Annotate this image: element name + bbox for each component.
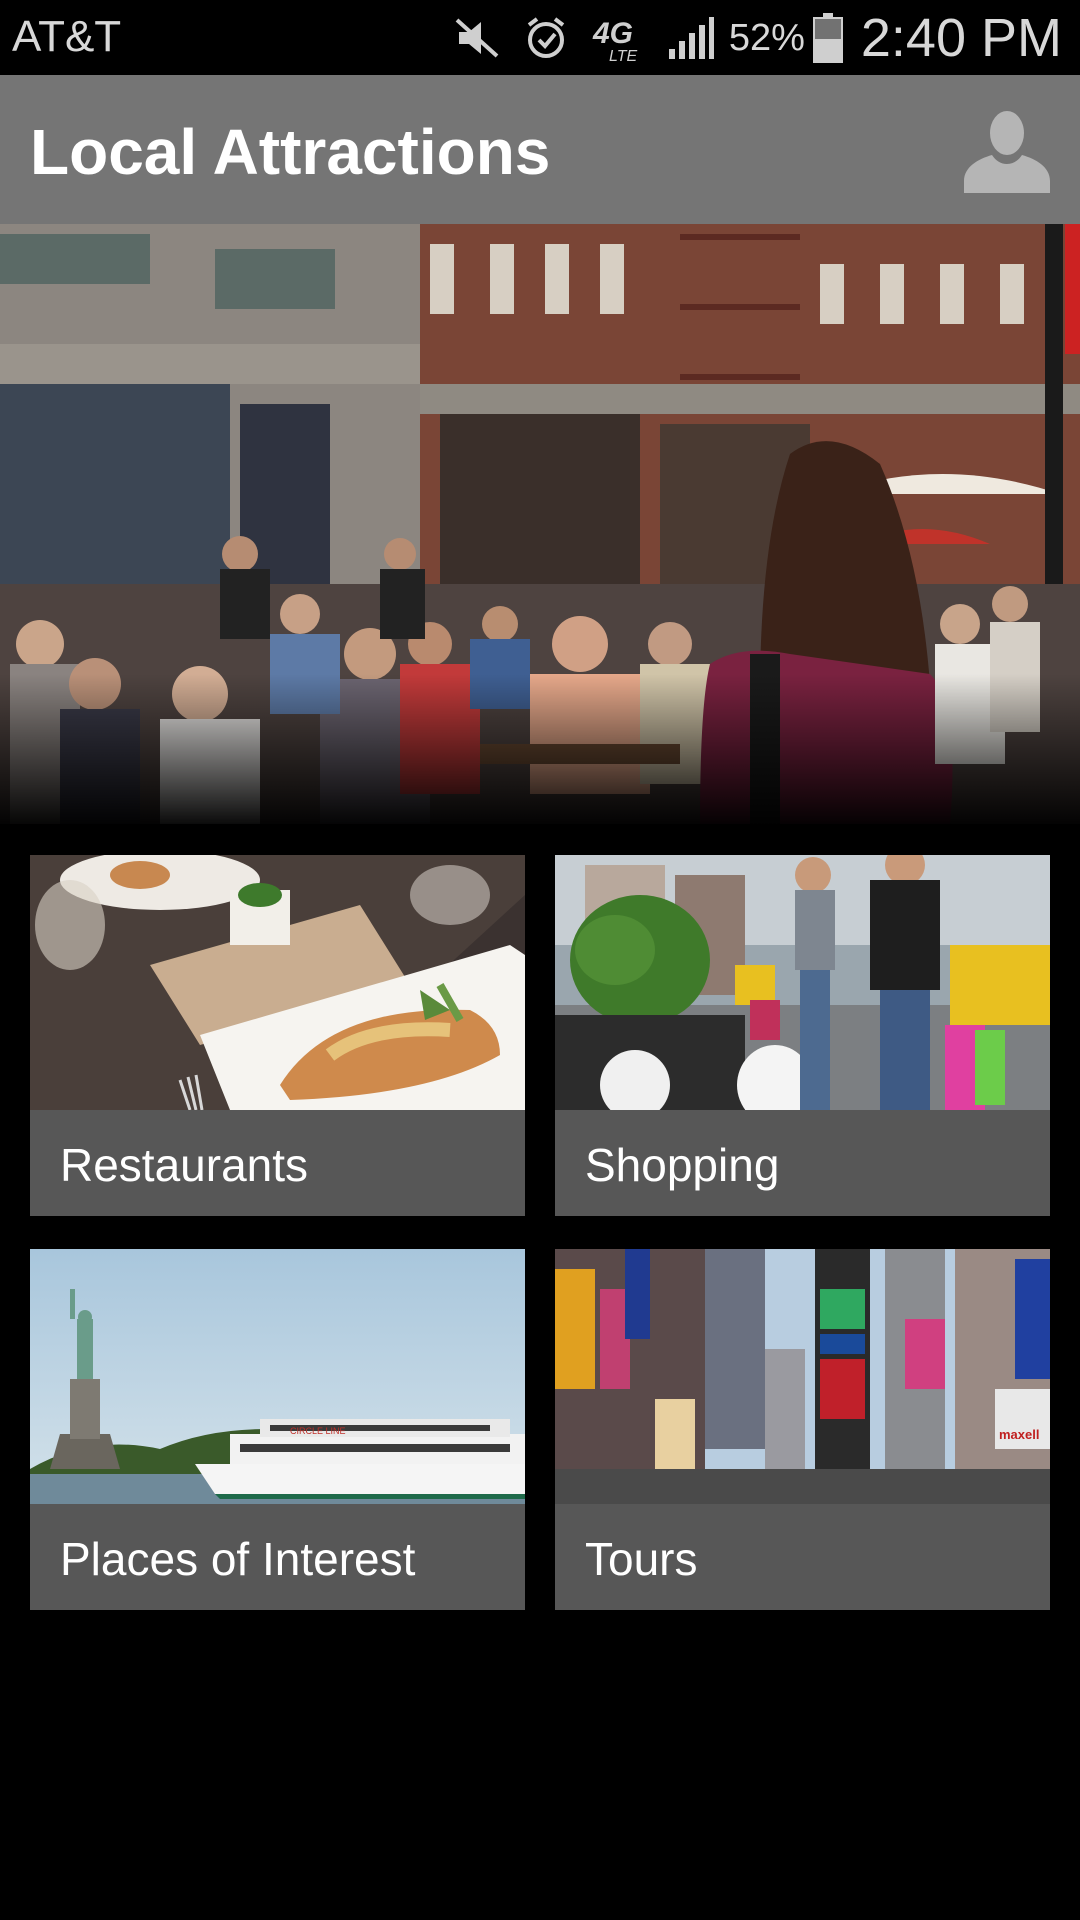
battery-icon [812,13,843,63]
alarm-icon [523,15,569,61]
profile-button[interactable] [964,107,1050,193]
statue-of-liberty-photo: CIRCLE LINE [30,1249,525,1504]
tile-tours[interactable]: maxell Tours [555,1249,1050,1610]
tile-label-bar: Restaurants [30,1110,525,1216]
svg-text:4G: 4G [592,17,633,50]
tile-restaurants[interactable]: Restaurants [30,855,525,1216]
tile-label: Restaurants [60,1139,309,1191]
tile-label: Places of Interest [60,1533,416,1585]
svg-text:maxell: maxell [999,1427,1039,1442]
signal-icon [667,15,715,61]
person-icon [964,111,1050,193]
mute-icon [453,16,501,60]
app-bar: Local Attractions [0,75,1080,224]
tile-label-bar: Places of Interest [30,1504,525,1610]
tile-photo [30,855,525,1110]
tile-shopping[interactable]: Shopping [555,855,1050,1216]
status-icons: 4G LTE 52% 2:40 PM [431,6,1062,70]
svg-text:LTE: LTE [609,48,637,63]
tile-label-bar: Shopping [555,1110,1050,1216]
battery-percent: 52% [728,16,805,59]
page-title: Local Attractions [30,116,551,188]
status-bar: AT&T 4G LTE 52% 2:40 PM [0,0,1080,75]
hero-image [0,224,1080,824]
clock: 2:40 PM [860,8,1062,68]
tile-photo: CIRCLE LINE [30,1249,525,1504]
shopping-couple-photo [555,855,1050,1110]
lte-icon: 4G LTE [591,13,645,63]
tile-photo: maxell [555,1249,1050,1504]
tile-label: Shopping [585,1139,780,1191]
street-cafe-photo [0,224,1080,824]
tile-label: Tours [585,1533,698,1585]
svg-text:CIRCLE LINE: CIRCLE LINE [290,1426,346,1436]
restaurant-dish-photo [30,855,525,1110]
tile-label-bar: Tours [555,1504,1050,1610]
tile-photo [555,855,1050,1110]
carrier-name: AT&T [12,12,122,61]
times-square-photo: maxell [555,1249,1050,1504]
tile-places-of-interest[interactable]: CIRCLE LINE Places of Interest [30,1249,525,1610]
